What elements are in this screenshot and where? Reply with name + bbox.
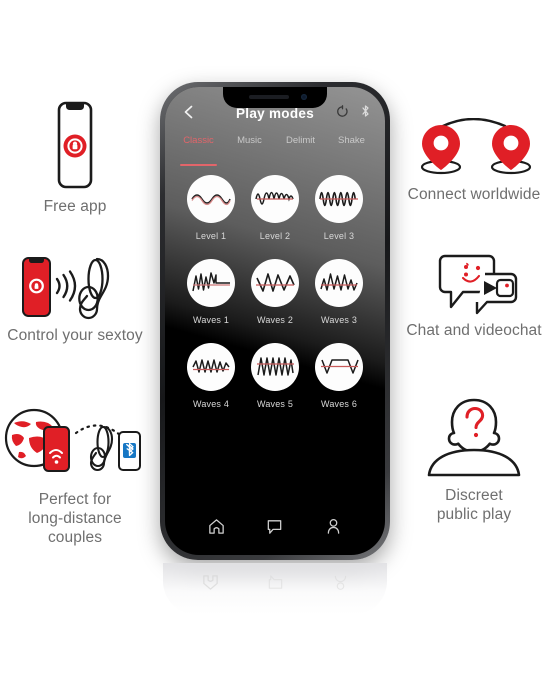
tab-classic[interactable]: Classic <box>173 135 224 166</box>
waveform-level-3-icon <box>315 175 363 223</box>
mode-label: Level 2 <box>259 231 291 241</box>
mode-item[interactable]: Waves 2 <box>245 259 305 341</box>
mode-label: Waves 1 <box>192 315 230 325</box>
waveform-waves-5-icon <box>251 343 299 391</box>
mode-label: Waves 5 <box>256 399 294 409</box>
waveform-level-2-icon <box>251 175 299 223</box>
header-actions <box>336 104 371 123</box>
phone-lock-icon <box>0 100 150 197</box>
phone-notch <box>223 87 327 108</box>
mode-item[interactable]: Waves 3 <box>309 259 369 341</box>
feature-caption: Connect worldwide <box>407 186 541 203</box>
tab-label: Music <box>237 135 262 146</box>
front-camera <box>301 94 307 100</box>
speech-video-bubble-icon <box>399 250 549 321</box>
feature-free-app: Free app <box>0 100 150 216</box>
waveform-level-1-icon <box>187 175 235 223</box>
mode-label: Waves 6 <box>320 399 358 409</box>
feature-connect-worldwide: Connect worldwide <box>399 117 549 204</box>
mode-item[interactable]: Waves 6 <box>309 343 369 425</box>
mode-label: Waves 2 <box>256 315 294 325</box>
person-icon[interactable] <box>324 517 343 541</box>
mode-grid: Level 1 Level 2 Level 3 Waves 1 Waves 2 … <box>165 161 385 509</box>
feature-caption: Control your sextoy <box>7 327 143 344</box>
phone-reflection <box>163 563 387 615</box>
waveform-waves-6-icon <box>315 343 363 391</box>
waveform-waves-1-icon <box>187 259 235 307</box>
promo-page: Free app Control your sextoy Perfect for… <box>0 0 549 688</box>
person-question-icon <box>399 395 549 486</box>
globe-phone-bluetooth-icon <box>0 405 150 490</box>
bottom-navigation <box>165 509 385 555</box>
mode-item[interactable]: Waves 1 <box>181 259 241 341</box>
bluetooth-icon[interactable] <box>360 104 371 123</box>
tab-shake[interactable]: Shake <box>326 135 377 161</box>
tab-label: Classic <box>183 135 214 146</box>
waveform-waves-4-icon <box>187 343 235 391</box>
waveform-waves-2-icon <box>251 259 299 307</box>
feature-caption: Free app <box>43 198 107 215</box>
phone-mockup: Play modes Classic Music Delimit Shake L… <box>160 82 390 560</box>
app-screen: Play modes Classic Music Delimit Shake L… <box>165 87 385 555</box>
mode-tabs: Classic Music Delimit Shake <box>165 135 385 166</box>
mode-item[interactable]: Waves 5 <box>245 343 305 425</box>
mode-item[interactable]: Level 1 <box>181 175 241 257</box>
mode-item[interactable]: Level 2 <box>245 175 305 257</box>
mode-item[interactable]: Waves 4 <box>181 343 241 425</box>
feature-caption: Chat and videochat <box>406 322 542 339</box>
home-icon-reflection <box>203 575 218 590</box>
waveform-waves-3-icon <box>315 259 363 307</box>
mode-label: Level 3 <box>323 231 355 241</box>
mode-item[interactable]: Level 3 <box>309 175 369 257</box>
person-icon-reflection <box>334 575 347 590</box>
home-icon[interactable] <box>207 517 226 541</box>
phone-signal-toy-icon <box>0 255 150 326</box>
mode-label: Level 1 <box>195 231 227 241</box>
tab-label: Delimit <box>285 135 316 146</box>
feature-long-distance: Perfect for long-distance couples <box>0 405 150 547</box>
mode-label: Waves 3 <box>320 315 358 325</box>
refresh-power-icon[interactable] <box>336 104 349 123</box>
feature-chat-videochat: Chat and videochat <box>399 250 549 340</box>
feature-caption: Perfect for long-distance couples <box>28 491 122 546</box>
tab-music[interactable]: Music <box>224 135 275 161</box>
earpiece-speaker <box>249 95 289 99</box>
feature-caption: Discreet public play <box>436 487 512 523</box>
phone-screen: Play modes Classic Music Delimit Shake L… <box>165 87 385 555</box>
chat-bubble-icon-reflection <box>268 575 283 589</box>
mode-label: Waves 4 <box>192 399 230 409</box>
tab-label: Shake <box>338 135 365 146</box>
tab-delimit[interactable]: Delimit <box>275 135 326 161</box>
chat-bubble-icon[interactable] <box>265 517 284 541</box>
two-map-pins-icon <box>399 117 549 185</box>
feature-control-sextoy: Control your sextoy <box>0 255 150 345</box>
feature-discreet-public-play: Discreet public play <box>399 395 549 524</box>
